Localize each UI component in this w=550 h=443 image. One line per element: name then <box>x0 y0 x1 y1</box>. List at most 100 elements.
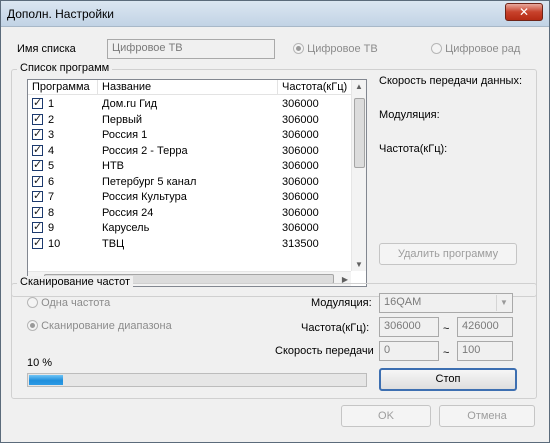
program-name: Россия 2 - Терра <box>102 144 188 157</box>
row-checkbox[interactable] <box>32 220 43 233</box>
table-row[interactable]: 4 Россия 2 - Терра 306000 <box>28 143 348 159</box>
program-frequency: 306000 <box>282 144 319 157</box>
row-checkbox[interactable] <box>32 127 43 140</box>
dialog-body: Имя списка Цифровое ТВ Цифровое ТВ Цифро… <box>5 27 545 439</box>
info-modulation-label: Модуляция: <box>379 109 440 121</box>
program-frequency: 313500 <box>282 237 319 250</box>
program-name: Россия 24 <box>102 206 154 219</box>
list-name-field[interactable]: Цифровое ТВ <box>107 39 275 59</box>
program-number: 2 <box>48 113 55 126</box>
program-name: Первый <box>102 113 143 126</box>
radio-digital-radio[interactable]: Цифровое рад <box>431 43 520 55</box>
speed-to-field[interactable]: 100 <box>457 341 513 361</box>
radio-single-frequency[interactable]: Одна частота <box>27 297 110 309</box>
program-number: 10 <box>48 237 61 250</box>
scan-modulation-label: Модуляция: <box>311 297 372 309</box>
radio-single-frequency-label: Одна частота <box>41 297 111 309</box>
column-header-frequency[interactable]: Частота(кГц) <box>278 80 352 95</box>
chevron-down-icon[interactable]: ▼ <box>496 295 511 311</box>
radio-digital-radio-label: Цифровое рад <box>445 43 521 55</box>
stop-button[interactable]: Стоп <box>379 368 517 391</box>
program-frequency: 306000 <box>282 222 319 234</box>
scan-speed-label: Скорость передачи <box>275 345 374 357</box>
program-number: 6 <box>48 175 55 188</box>
info-frequency-label: Частота(кГц): <box>379 143 448 155</box>
radio-digital-tv-indicator <box>293 43 304 54</box>
program-frequency: 306000 <box>282 113 319 126</box>
program-frequency: 306000 <box>282 175 319 188</box>
radio-digital-tv-label: Цифровое ТВ <box>307 43 378 55</box>
info-speed-label: Скорость передачи данных: <box>379 75 522 87</box>
settings-dialog: Дополн. Настройки ✕ Имя списка Цифровое … <box>0 0 550 443</box>
table-row[interactable]: 8 Россия 24 306000 <box>28 205 348 221</box>
scan-progress-bar <box>27 373 367 387</box>
column-header-program[interactable]: Программа <box>28 80 98 95</box>
delete-program-button[interactable]: Удалить программу <box>379 243 517 265</box>
cancel-button[interactable]: Отмена <box>439 405 535 427</box>
radio-digital-tv[interactable]: Цифровое ТВ <box>293 43 378 55</box>
speed-tilde: ~ <box>443 347 450 359</box>
modulation-value: 16QAM <box>384 296 422 308</box>
list-name-label: Имя списка <box>17 43 76 55</box>
column-header-name[interactable]: Название <box>98 80 278 95</box>
program-number: 9 <box>48 222 55 234</box>
radio-single-frequency-indicator <box>27 297 38 308</box>
table-row[interactable]: 2 Первый 306000 <box>28 112 348 128</box>
program-number: 3 <box>48 129 55 141</box>
row-checkbox[interactable] <box>32 174 43 187</box>
program-name: Россия 1 <box>102 129 148 141</box>
programs-group-title: Список программ <box>17 62 113 74</box>
title-bar[interactable]: Дополн. Настройки ✕ <box>1 1 549 27</box>
table-row[interactable]: 6 Петербург 5 канал 306000 <box>28 174 348 190</box>
table-row[interactable]: 1 Дом.ru Гид 306000 <box>28 96 348 112</box>
table-row[interactable]: 9 Карусель 306000 <box>28 220 348 236</box>
frequency-tilde: ~ <box>443 323 450 335</box>
program-name: Карусель <box>102 222 150 234</box>
radio-digital-radio-indicator <box>431 43 442 54</box>
row-checkbox[interactable] <box>32 112 43 125</box>
close-button[interactable]: ✕ <box>505 3 543 21</box>
program-list[interactable]: Программа Название Частота(кГц) 1 Дом.ru … <box>27 79 367 287</box>
row-checkbox[interactable] <box>32 143 43 156</box>
row-checkbox[interactable] <box>32 158 43 171</box>
program-frequency: 306000 <box>282 160 319 172</box>
scan-group-title: Сканирование частот <box>17 276 133 288</box>
table-row[interactable]: 5 НТВ 306000 <box>28 158 348 174</box>
vertical-scroll-thumb[interactable] <box>354 98 365 168</box>
table-row[interactable]: 10 ТВЦ 313500 <box>28 236 348 252</box>
progress-text: 10 % <box>27 357 53 369</box>
row-checkbox[interactable] <box>32 236 43 249</box>
program-number: 5 <box>48 160 55 172</box>
scan-progress-fill <box>29 375 63 385</box>
ok-button[interactable]: OK <box>341 405 431 427</box>
frequency-to-field[interactable]: 426000 <box>457 317 513 337</box>
program-name: Дом.ru Гид <box>102 98 158 110</box>
frequency-from-field[interactable]: 306000 <box>379 317 439 337</box>
scan-frequency-label: Частота(кГц): <box>301 322 370 334</box>
scroll-up-arrow-icon[interactable]: ▲ <box>355 82 363 91</box>
row-checkbox[interactable] <box>32 205 43 218</box>
program-frequency: 306000 <box>282 129 319 141</box>
row-checkbox[interactable] <box>32 189 43 202</box>
row-checkbox[interactable] <box>32 96 43 109</box>
program-name: ТВЦ <box>102 237 125 250</box>
radio-range-scan-indicator <box>27 320 38 331</box>
program-frequency: 306000 <box>282 98 319 110</box>
program-frequency: 306000 <box>282 206 319 219</box>
program-name: Петербург 5 канал <box>102 175 197 188</box>
program-number: 4 <box>48 144 55 157</box>
list-vertical-scrollbar[interactable]: ▲ ▼ <box>351 80 366 271</box>
program-number: 1 <box>48 98 55 110</box>
radio-range-scan-label: Сканирование диапазона <box>41 320 172 332</box>
scroll-down-arrow-icon[interactable]: ▼ <box>355 260 363 269</box>
speed-from-field[interactable]: 0 <box>379 341 439 361</box>
program-number: 7 <box>48 191 55 203</box>
table-row[interactable]: 7 Россия Культура 306000 <box>28 189 348 205</box>
program-name: НТВ <box>102 160 124 172</box>
table-row[interactable]: 3 Россия 1 306000 <box>28 127 348 143</box>
program-number: 8 <box>48 206 55 219</box>
radio-range-scan[interactable]: Сканирование диапазона <box>27 320 172 332</box>
modulation-select[interactable]: 16QAM ▼ <box>379 293 513 313</box>
program-name: Россия Культура <box>102 191 187 203</box>
window-title: Дополн. Настройки <box>7 7 114 21</box>
